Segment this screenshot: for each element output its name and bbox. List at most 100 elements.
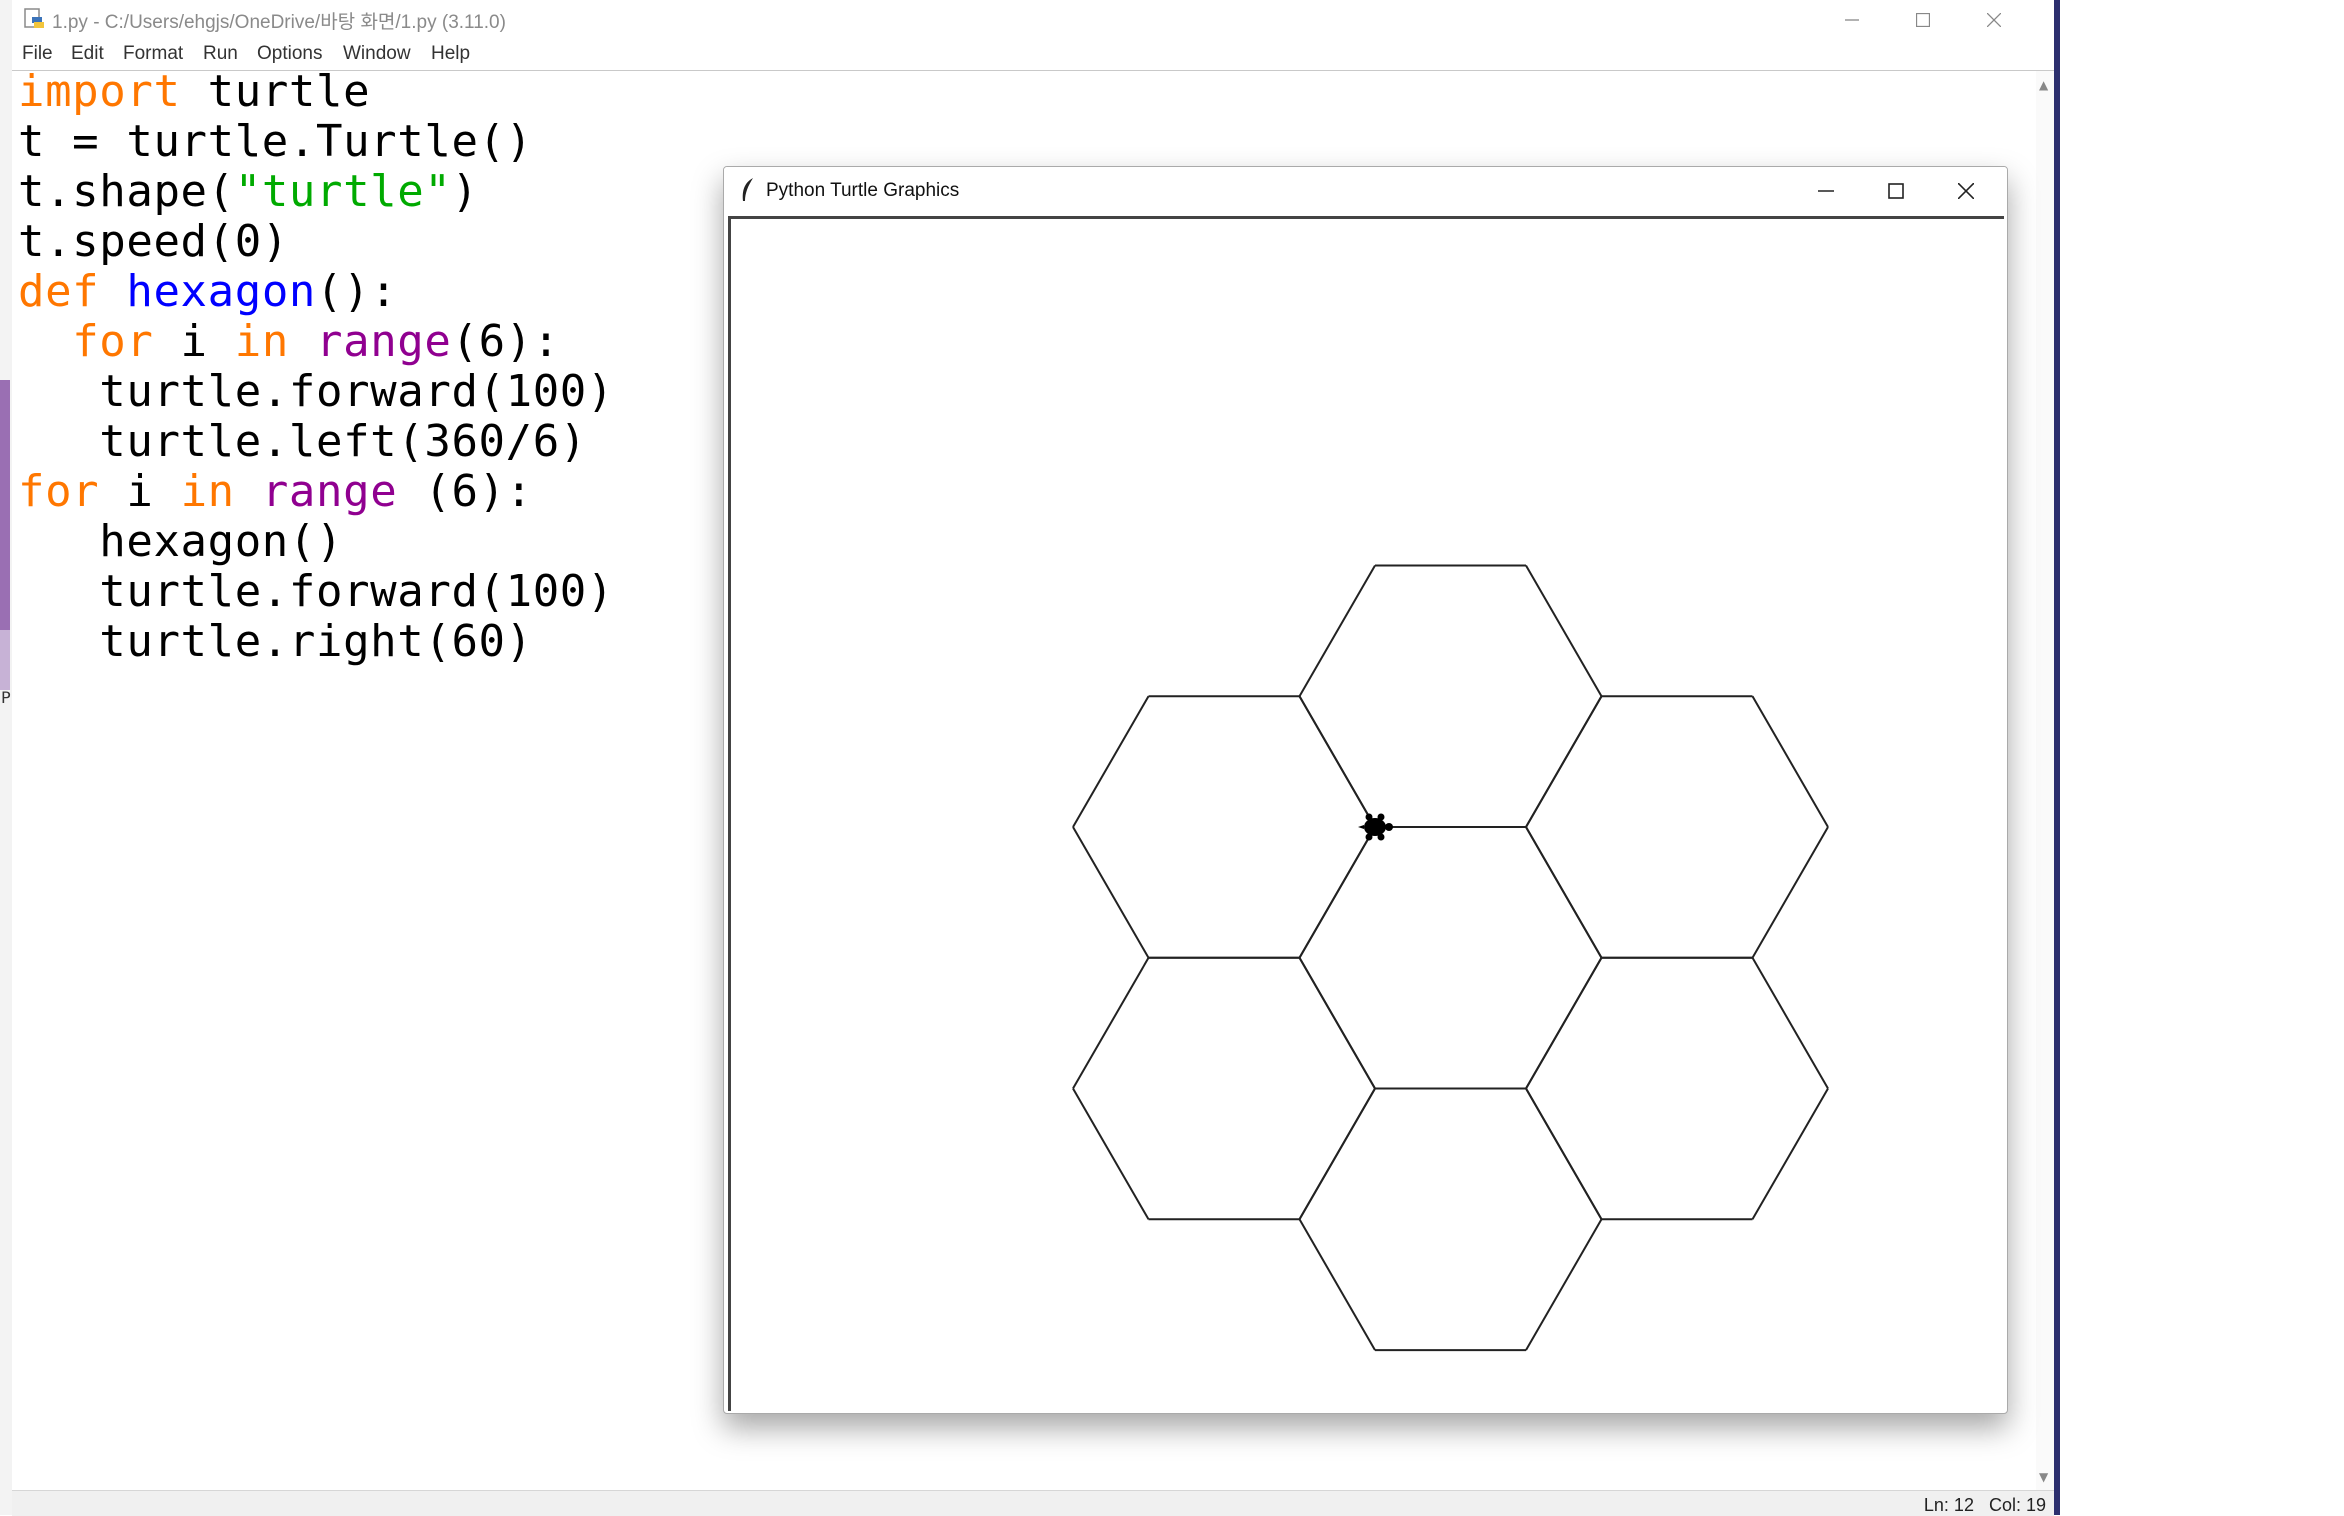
code-token: hexagon() xyxy=(18,516,344,567)
status-bar: Ln: 12 Col: 19 xyxy=(12,1490,2054,1516)
hexagon-edge xyxy=(1298,695,1376,828)
turtle-maximize-button[interactable] xyxy=(1861,167,1931,215)
maximize-icon xyxy=(1888,183,1904,199)
hexagon-edge xyxy=(1072,1088,1150,1220)
code-token: in xyxy=(180,466,235,517)
code-token: "turtle" xyxy=(234,166,452,217)
hexagon-edge xyxy=(1072,695,1150,828)
code-token: i xyxy=(153,316,235,367)
scroll-up-arrow-icon[interactable]: ▲ xyxy=(2039,78,2048,92)
menu-options[interactable]: Options xyxy=(257,43,322,65)
hexagon-edge xyxy=(1072,826,1150,959)
code-token: (6): xyxy=(397,466,533,517)
cursor-position: Ln: 12 Col: 19 xyxy=(1923,1495,2046,1515)
code-line: hexagon() xyxy=(18,516,343,567)
maximize-button[interactable] xyxy=(1888,0,1958,40)
hexagon-edge xyxy=(1525,1218,1603,1351)
desktop-wallpaper-edge xyxy=(0,380,10,630)
maximize-icon xyxy=(1915,12,1931,28)
python-file-icon xyxy=(24,8,44,28)
hexagon-edge xyxy=(1525,695,1603,828)
code-line: t.speed(0) xyxy=(18,216,289,267)
code-line: for i in range (6): xyxy=(18,466,533,517)
hexagon-edge xyxy=(1298,826,1376,959)
hexagon-edge xyxy=(1751,826,1829,959)
menu-window[interactable]: Window xyxy=(343,43,411,65)
code-token: i xyxy=(99,466,181,517)
code-line: turtle.right(60) xyxy=(18,616,533,667)
desktop-strip xyxy=(0,0,12,1515)
code-line: import turtle xyxy=(18,66,370,117)
hexagon-edge xyxy=(1525,957,1603,1090)
close-button[interactable] xyxy=(1959,0,2029,40)
menu-format[interactable]: Format xyxy=(123,43,183,65)
window-border-right xyxy=(2054,0,2060,1515)
turtle-canvas xyxy=(728,216,2004,1411)
feather-icon xyxy=(742,178,753,201)
code-token: import xyxy=(18,66,181,117)
code-token: ) xyxy=(451,166,479,217)
code-line: t.shape("turtle") xyxy=(18,166,479,217)
code-token: (6): xyxy=(451,316,560,367)
code-token: turtle xyxy=(180,66,371,117)
turtle-cursor-icon xyxy=(1358,813,1393,841)
idle-titlebar: 1.py - C:/Users/ehgjs/OneDrive/바탕 화면/1.p… xyxy=(12,0,2054,40)
minimize-icon xyxy=(1818,190,1834,192)
turtle-window-title: Python Turtle Graphics xyxy=(766,180,960,201)
code-token: turtle.forward(100) xyxy=(18,366,614,417)
code-line: t = turtle.Turtle() xyxy=(18,116,533,167)
scroll-down-arrow-icon[interactable]: ▼ xyxy=(2039,1470,2048,1484)
menu-file[interactable]: File xyxy=(22,43,53,65)
menu-run[interactable]: Run xyxy=(203,43,238,65)
hexagon-edge xyxy=(1525,826,1603,959)
window-title: 1.py - C:/Users/ehgjs/OneDrive/바탕 화면/1.p… xyxy=(52,12,506,33)
code-token: t.shape( xyxy=(18,166,235,217)
hexagon-edge xyxy=(1298,564,1376,697)
hexagon-edge xyxy=(1751,957,1829,1090)
turtle-titlebar: Python Turtle Graphics xyxy=(724,167,2007,215)
code-token: turtle.forward(100) xyxy=(18,566,614,617)
code-line: turtle.forward(100) xyxy=(18,566,614,617)
hexagon-drawing xyxy=(1072,564,1829,1352)
close-icon xyxy=(1957,182,1975,200)
menu-help[interactable]: Help xyxy=(431,43,470,65)
vertical-scrollbar[interactable] xyxy=(2036,71,2054,1490)
code-token: for xyxy=(18,466,100,517)
code-token: def xyxy=(18,266,100,317)
hexagon-edge xyxy=(1298,1218,1376,1351)
code-token: for xyxy=(72,316,154,367)
code-line: for i in range(6): xyxy=(18,316,560,367)
minimize-icon xyxy=(1845,19,1859,21)
desktop-wallpaper-edge-light xyxy=(0,630,10,690)
minimize-button[interactable] xyxy=(1817,0,1887,40)
code-token: in xyxy=(234,316,289,367)
hexagon-edge xyxy=(1751,1088,1829,1220)
code-line: def hexagon(): xyxy=(18,266,397,317)
code-line: turtle.left(360/6) xyxy=(18,416,587,467)
code-token: t.speed(0) xyxy=(18,216,289,267)
hexagon-edge xyxy=(1298,1088,1376,1220)
code-token: turtle.left(360/6) xyxy=(18,416,587,467)
desktop-edge-letter: P xyxy=(1,688,11,707)
hexagon-edge xyxy=(1298,957,1376,1090)
code-token: t = turtle.Turtle() xyxy=(18,116,533,167)
turtle-minimize-button[interactable] xyxy=(1791,167,1861,215)
code-token: turtle.right(60) xyxy=(18,616,533,667)
hexagon-edge xyxy=(1072,957,1150,1090)
hexagon-edge xyxy=(1751,695,1829,828)
turtle-close-button[interactable] xyxy=(1931,167,2001,215)
desktop-right-area xyxy=(2060,0,2344,1515)
turtle-graphics-window: Python Turtle Graphics xyxy=(723,166,2008,1414)
menu-edit[interactable]: Edit xyxy=(71,43,104,65)
code-token: (): xyxy=(316,266,398,317)
code-line: turtle.forward(100) xyxy=(18,366,614,417)
hexagon-edge xyxy=(1525,1088,1603,1220)
close-icon xyxy=(1986,12,2002,28)
code-token: range xyxy=(261,466,398,517)
code-token: hexagon xyxy=(126,266,317,317)
hexagon-edge xyxy=(1525,564,1603,697)
